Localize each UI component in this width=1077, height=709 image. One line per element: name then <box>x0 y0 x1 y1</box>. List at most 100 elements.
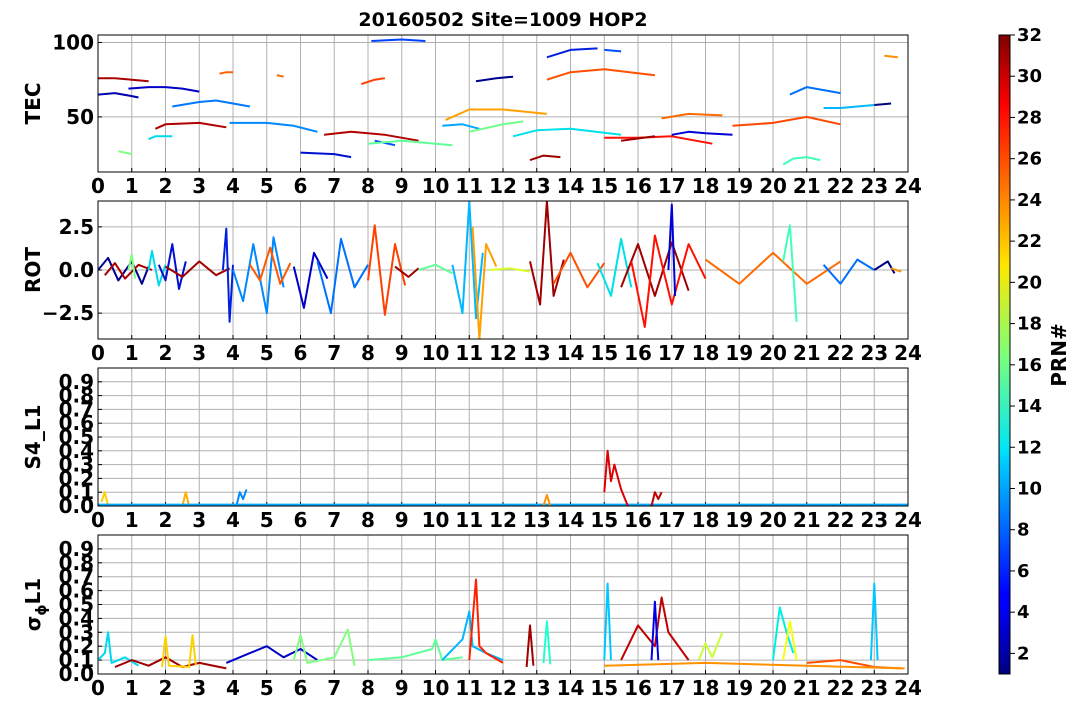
x-tick-label: 13 <box>523 508 551 532</box>
x-tick-label: 13 <box>523 174 551 198</box>
x-tick-label: 17 <box>658 174 686 198</box>
series-line-prn-2 <box>475 75 514 83</box>
series-line-prn-8 <box>822 258 875 285</box>
x-tick-label: 15 <box>590 341 618 365</box>
series-line-prn-31 <box>529 154 561 162</box>
series-line-prn-12 <box>147 250 167 287</box>
x-tick-label: 24 <box>894 341 922 365</box>
x-tick-label: 23 <box>860 508 888 532</box>
x-tick-label: 9 <box>395 174 409 198</box>
x-tick-label: 18 <box>692 508 720 532</box>
x-tick-label: 20 <box>759 341 787 365</box>
series-line-prn-3 <box>671 130 733 136</box>
x-tick-label: 11 <box>455 676 483 700</box>
x-tick-label: 9 <box>395 508 409 532</box>
x-tick-label: 8 <box>361 341 375 365</box>
figure: 20160502 Site=1009 HOP2 0 1 2 3 4 5 6 7 8 9 10 11 12… <box>21 9 1071 700</box>
x-tick-label: 19 <box>725 341 753 365</box>
colorbar-tick-label: 8 <box>1017 520 1030 541</box>
x-tick-label: 1 <box>125 341 139 365</box>
series-group <box>98 38 899 166</box>
x-tick-label: 7 <box>327 341 341 365</box>
series-line-prn-10 <box>442 123 480 130</box>
colorbar-tick-label: 26 <box>1017 149 1042 170</box>
x-tick-label: 21 <box>793 341 821 365</box>
x-tick-label: 6 <box>294 508 308 532</box>
series-line-prn-8 <box>789 86 841 96</box>
series-line-prn-27 <box>360 77 386 86</box>
x-tick-label: 10 <box>422 508 450 532</box>
x-tick-label: 15 <box>590 676 618 700</box>
x-tick-label: 4 <box>226 341 240 365</box>
colorbar-gradient <box>998 34 1011 675</box>
x-tick-label: 14 <box>557 676 585 700</box>
colorbar-tick-label: 10 <box>1017 478 1042 499</box>
x-tick-label: 24 <box>894 508 922 532</box>
x-tick-label: 0 <box>91 341 105 365</box>
x-tick-label: 14 <box>557 174 585 198</box>
x-tick-label: 15 <box>590 174 618 198</box>
panel-sigma_phi_L1: 0 1 2 3 4 5 6 7 8 9 10 11 12 13 14 15 16 17 18 19 20 21 22 23 24… <box>21 534 922 700</box>
y-tick-label: 2.5 <box>59 215 94 239</box>
x-tick-label: 8 <box>361 174 375 198</box>
x-tick-label: 6 <box>294 174 308 198</box>
x-tick-label: 21 <box>793 174 821 198</box>
x-tick-label: 21 <box>793 508 821 532</box>
colorbar-tick-label: 20 <box>1017 272 1042 293</box>
x-tick-label: 3 <box>192 676 206 700</box>
x-tick-label: 12 <box>489 676 517 700</box>
panel-ROT: 0 1 2 3 4 5 6 7 8 9 10 11 12 13 14 15 16 17 18 19 20 21 22 23 24… <box>21 200 922 365</box>
x-tick-label: 18 <box>692 676 720 700</box>
series-line-prn-25 <box>219 71 233 75</box>
x-tick-label: 4 <box>226 676 240 700</box>
x-tick-label: 10 <box>422 676 450 700</box>
x-tick-label: 8 <box>361 508 375 532</box>
series-line-prn-5 <box>221 227 234 323</box>
x-tick-label: 19 <box>725 508 753 532</box>
series-line-prn-8 <box>229 121 318 133</box>
series-line-prn-13 <box>772 606 795 661</box>
x-tick-label: 22 <box>827 341 855 365</box>
x-tick-label: 5 <box>260 508 274 532</box>
colorbar-tick-label: 2 <box>1017 643 1030 664</box>
panels: 0 1 2 3 4 5 6 7 8 9 10 11 12 13 14 15 16 17 18 19 20 21 22 23 24… <box>21 30 922 700</box>
colorbar-tick-label: 22 <box>1017 231 1042 252</box>
x-tick-label: 10 <box>422 341 450 365</box>
series-line-prn-9 <box>232 236 285 315</box>
x-tick-label: 18 <box>692 341 720 365</box>
colorbar-tick-label: 18 <box>1017 314 1042 335</box>
x-tick-label: 23 <box>860 174 888 198</box>
x-tick-label: 17 <box>658 508 686 532</box>
series-line-prn-23 <box>445 108 547 121</box>
x-tick-label: 9 <box>395 676 409 700</box>
x-tick-label: 19 <box>725 174 753 198</box>
series-line-prn-25 <box>276 74 284 78</box>
x-tick-label: 14 <box>557 508 585 532</box>
series-line-prn-12 <box>512 127 622 138</box>
series-line-prn-31 <box>394 265 420 278</box>
colorbar-tick-label: 4 <box>1017 602 1030 623</box>
series-line-prn-14 <box>542 620 552 665</box>
x-tick-label: 3 <box>192 174 206 198</box>
chart-title: 20160502 Site=1009 HOP2 <box>358 9 647 31</box>
y-tick-label: 0.9 <box>59 370 94 394</box>
x-tick-label: 11 <box>455 341 483 365</box>
series-line-prn-25 <box>661 112 723 120</box>
series-line-prn-3 <box>98 92 139 99</box>
colorbar-label: PRN# <box>1047 323 1071 387</box>
x-tick-label: 6 <box>294 341 308 365</box>
series-line-prn-22 <box>161 634 197 668</box>
y-axis-label: TEC <box>21 83 45 125</box>
series-line-prn-8 <box>316 237 369 315</box>
series-line-prn-5 <box>157 243 187 290</box>
series-line-prn-27 <box>732 115 841 127</box>
series-group <box>98 578 905 670</box>
series-line-prn-5 <box>300 151 352 159</box>
x-tick-label: 5 <box>260 676 274 700</box>
series-line-prn-3 <box>128 86 200 93</box>
x-tick-label: 10 <box>422 174 450 198</box>
x-tick-label: 2 <box>159 341 173 365</box>
series-line-prn-7 <box>371 38 426 42</box>
series-line-prn-29 <box>604 135 713 145</box>
panel-TEC: 0 1 2 3 4 5 6 7 8 9 10 11 12 13 14 15 16 17 18 19 20 21 22 23 24… <box>21 30 922 198</box>
